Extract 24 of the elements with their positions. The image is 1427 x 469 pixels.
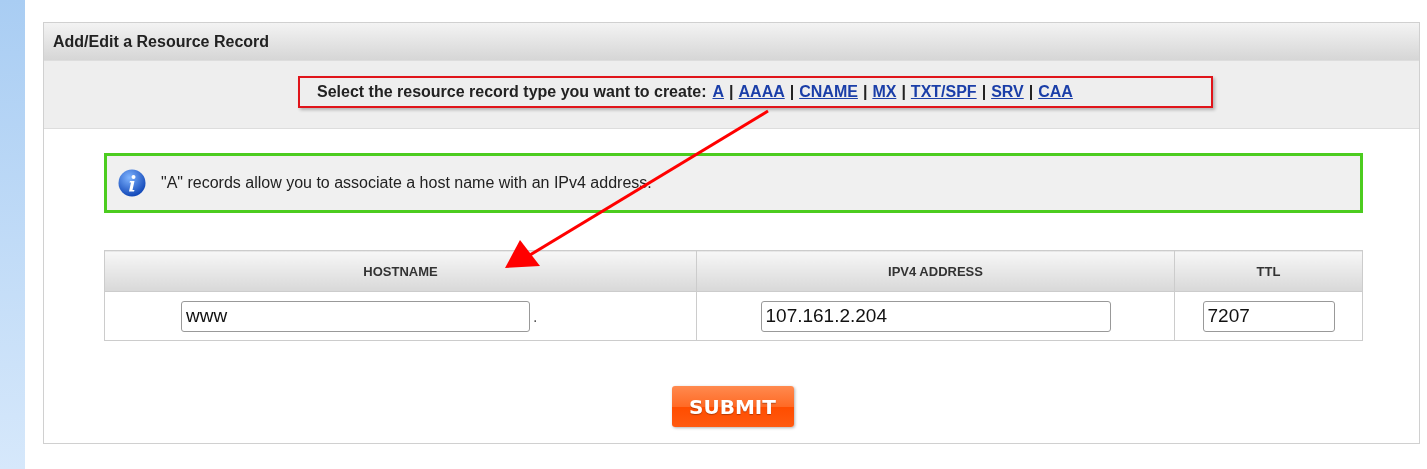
info-message: "A" records allow you to associate a host name with an IPv4 address. [161, 174, 652, 192]
info-icon [118, 169, 146, 197]
ipv4-field[interactable]: 107.161.2.204 [760, 300, 1111, 332]
separator: | [729, 83, 734, 101]
panel-title: Add/Edit a Resource Record [53, 32, 270, 51]
column-header: IPV4 ADDRESS [696, 250, 1175, 292]
record-type-link[interactable]: AAAA [738, 83, 785, 101]
separator: | [981, 83, 987, 101]
column-header: HOSTNAME [104, 250, 697, 292]
record-type-link[interactable]: MX [872, 83, 897, 101]
hostname-field[interactable]: www [181, 300, 530, 332]
record-type-link[interactable]: CAA [1038, 83, 1073, 101]
separator: | [901, 83, 906, 101]
record-type-link[interactable]: SRV [991, 83, 1024, 101]
record-type-link[interactable]: CNAME [799, 83, 858, 101]
record-type-link[interactable]: TXT/SPF [910, 83, 977, 101]
separator: | [789, 83, 795, 101]
type-prompt: Select the resource record type you want to create: [317, 83, 707, 101]
separator: | [1028, 83, 1034, 101]
separator: | [862, 83, 868, 101]
ttl-field[interactable]: 7207 [1202, 300, 1335, 332]
domain-suffix: . [533, 308, 538, 325]
column-header: TTL [1174, 250, 1363, 292]
record-type-link[interactable]: A [712, 83, 725, 101]
